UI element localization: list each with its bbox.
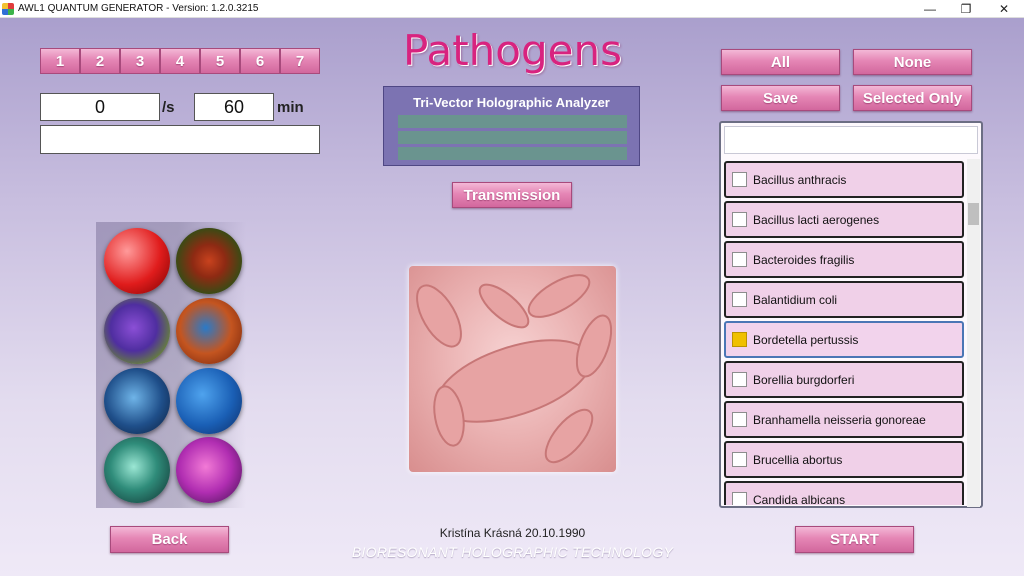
list-item[interactable]: Candida albicans: [724, 481, 964, 505]
magenta-bacteria-icon[interactable]: [176, 437, 242, 503]
select-all-button[interactable]: All: [721, 49, 840, 75]
channel-button-1[interactable]: 1: [40, 48, 80, 74]
blue-cell-icon[interactable]: [176, 368, 242, 434]
item-label: Brucellia abortus: [753, 452, 843, 467]
preview-illustration: [416, 274, 613, 464]
minimize-button[interactable]: —: [910, 0, 950, 18]
list-item[interactable]: Branhamella neisseria gonoreae: [724, 401, 964, 438]
item-checkbox-checked[interactable]: [732, 332, 747, 347]
list-item[interactable]: Bacillus anthracis: [724, 161, 964, 198]
user-info: Kristína Krásná 20.10.1990: [439, 526, 586, 540]
start-button[interactable]: START: [795, 526, 914, 553]
search-input[interactable]: [724, 126, 978, 154]
item-label: Bacteroides fragilis: [753, 252, 855, 267]
tagline: BIORESONANT HOLOGRAPHIC TECHNOLOGY: [351, 544, 674, 560]
list-item[interactable]: Borellia burgdorferi: [724, 361, 964, 398]
page-title: Pathogens: [403, 26, 622, 75]
channel-button-6[interactable]: 6: [240, 48, 280, 74]
save-button[interactable]: Save: [721, 85, 840, 111]
analyzer-bar-3: [398, 147, 627, 160]
item-checkbox[interactable]: [732, 172, 747, 187]
channel-button-3[interactable]: 3: [120, 48, 160, 74]
bacteria-rods-icon[interactable]: [104, 298, 170, 364]
list-item[interactable]: Balantidium coli: [724, 281, 964, 318]
analyzer-bar-2: [398, 131, 627, 144]
item-checkbox[interactable]: [732, 452, 747, 467]
item-label: Balantidium coli: [753, 292, 838, 307]
transmission-button[interactable]: Transmission: [452, 182, 572, 208]
item-checkbox[interactable]: [732, 492, 747, 505]
duration-unit-label: min: [277, 99, 304, 116]
analyzer-panel: Tri-Vector Holographic Analyzer: [383, 86, 640, 166]
pathogen-preview-image: [409, 266, 616, 472]
list-item-selected[interactable]: Bordetella pertussis: [724, 321, 964, 358]
item-checkbox[interactable]: [732, 412, 747, 427]
selected-only-button[interactable]: Selected Only: [853, 85, 972, 111]
analyzer-label: Tri-Vector Holographic Analyzer: [413, 95, 610, 110]
pathogen-list: Bacillus anthracis Bacillus lacti aeroge…: [724, 161, 964, 505]
scrollbar-thumb[interactable]: [968, 203, 979, 225]
item-checkbox[interactable]: [732, 252, 747, 267]
rate-unit-label: /s: [162, 99, 175, 116]
analyzer-bar-1: [398, 115, 627, 128]
select-none-button[interactable]: None: [853, 49, 972, 75]
channel-button-2[interactable]: 2: [80, 48, 120, 74]
duration-input[interactable]: 60: [194, 93, 274, 121]
status-field[interactable]: [40, 125, 320, 154]
window-title: AWL1 QUANTUM GENERATOR - Version: 1.2.0.…: [18, 3, 259, 14]
item-checkbox[interactable]: [732, 372, 747, 387]
blue-bacteria-icon[interactable]: [104, 368, 170, 434]
close-button[interactable]: ✕: [984, 0, 1024, 18]
item-label: Candida albicans: [753, 492, 846, 506]
item-label: Borellia burgdorferi: [753, 372, 855, 387]
list-item[interactable]: Brucellia abortus: [724, 441, 964, 478]
back-button[interactable]: Back: [110, 526, 229, 553]
list-scrollbar[interactable]: [967, 159, 980, 507]
list-item[interactable]: Bacillus lacti aerogenes: [724, 201, 964, 238]
rate-input[interactable]: 0: [40, 93, 160, 121]
blood-cells-icon[interactable]: [104, 228, 170, 294]
list-item[interactable]: Bacteroides fragilis: [724, 241, 964, 278]
item-checkbox[interactable]: [732, 292, 747, 307]
channel-buttons: 1 2 3 4 5 6 7: [40, 48, 320, 74]
app-icon: [2, 2, 14, 15]
green-bacteria-icon[interactable]: [104, 437, 170, 503]
bacillus-icon[interactable]: [176, 298, 242, 364]
item-label: Bacillus anthracis: [753, 172, 847, 187]
channel-button-4[interactable]: 4: [160, 48, 200, 74]
item-checkbox[interactable]: [732, 212, 747, 227]
item-label: Branhamella neisseria gonoreae: [753, 412, 926, 427]
item-label: Bacillus lacti aerogenes: [753, 212, 880, 227]
item-label: Bordetella pertussis: [753, 332, 859, 347]
channel-button-7[interactable]: 7: [280, 48, 320, 74]
maximize-button[interactable]: ❐: [946, 0, 986, 18]
virus-icon[interactable]: [176, 228, 242, 294]
channel-button-5[interactable]: 5: [200, 48, 240, 74]
window-titlebar: AWL1 QUANTUM GENERATOR - Version: 1.2.0.…: [0, 0, 1024, 18]
